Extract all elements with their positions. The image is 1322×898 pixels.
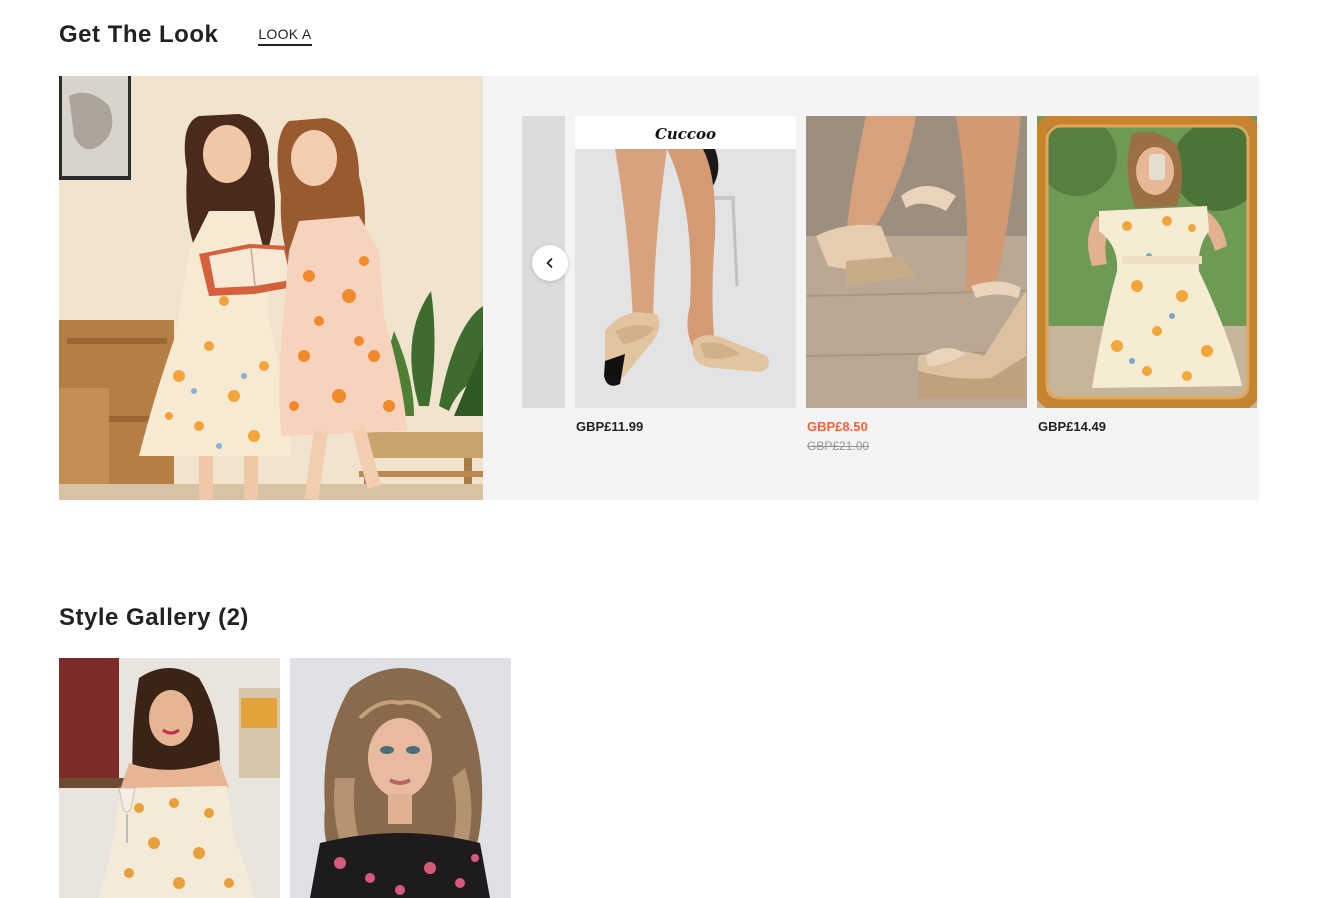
get-the-look-header: Get The Look LOOK A xyxy=(59,20,312,50)
look-model-photo xyxy=(59,76,483,500)
style-gallery xyxy=(59,658,511,898)
product-card[interactable]: GBP£14.49 xyxy=(1037,116,1257,435)
chevron-left-icon xyxy=(546,258,553,268)
gallery-photo xyxy=(59,658,280,898)
product-image-art: Cuccoo xyxy=(575,116,796,408)
product-image[interactable] xyxy=(1037,116,1257,408)
page: Get The Look LOOK A Cuccoo GBP£11.99 GBP… xyxy=(0,0,1322,898)
tab-look-a[interactable]: LOOK A xyxy=(258,25,312,46)
product-image[interactable]: Cuccoo xyxy=(575,116,796,408)
product-price: GBP£14.49 xyxy=(1038,419,1106,434)
gallery-item[interactable] xyxy=(290,658,511,898)
brand-logo-cuccoo: Cuccoo xyxy=(655,125,716,143)
product-image[interactable] xyxy=(806,116,1027,408)
product-card[interactable]: GBP£8.50 GBP£21.00 xyxy=(806,116,1027,454)
product-card[interactable]: Cuccoo GBP£11.99 xyxy=(575,116,796,435)
product-image-art xyxy=(806,116,1027,408)
gallery-photo xyxy=(290,658,511,898)
products-carousel: Cuccoo GBP£11.99 GBP£8.50 GBP£21.00 GBP£… xyxy=(522,116,1257,496)
product-original-price: GBP£21.00 xyxy=(807,439,870,453)
look-products-area: Cuccoo GBP£11.99 GBP£8.50 GBP£21.00 GBP£… xyxy=(483,76,1259,500)
carousel-prev-button[interactable] xyxy=(532,245,568,281)
style-gallery-title: Style Gallery (2) xyxy=(59,604,249,631)
product-image-art xyxy=(1037,116,1257,408)
product-price: GBP£11.99 xyxy=(576,419,644,434)
get-the-look-title: Get The Look xyxy=(59,21,219,48)
product-sale-price: GBP£8.50 xyxy=(807,419,868,434)
look-model-photo-art xyxy=(59,76,483,500)
gallery-item[interactable] xyxy=(59,658,280,898)
look-panel: Cuccoo GBP£11.99 GBP£8.50 GBP£21.00 GBP£… xyxy=(59,76,1259,500)
